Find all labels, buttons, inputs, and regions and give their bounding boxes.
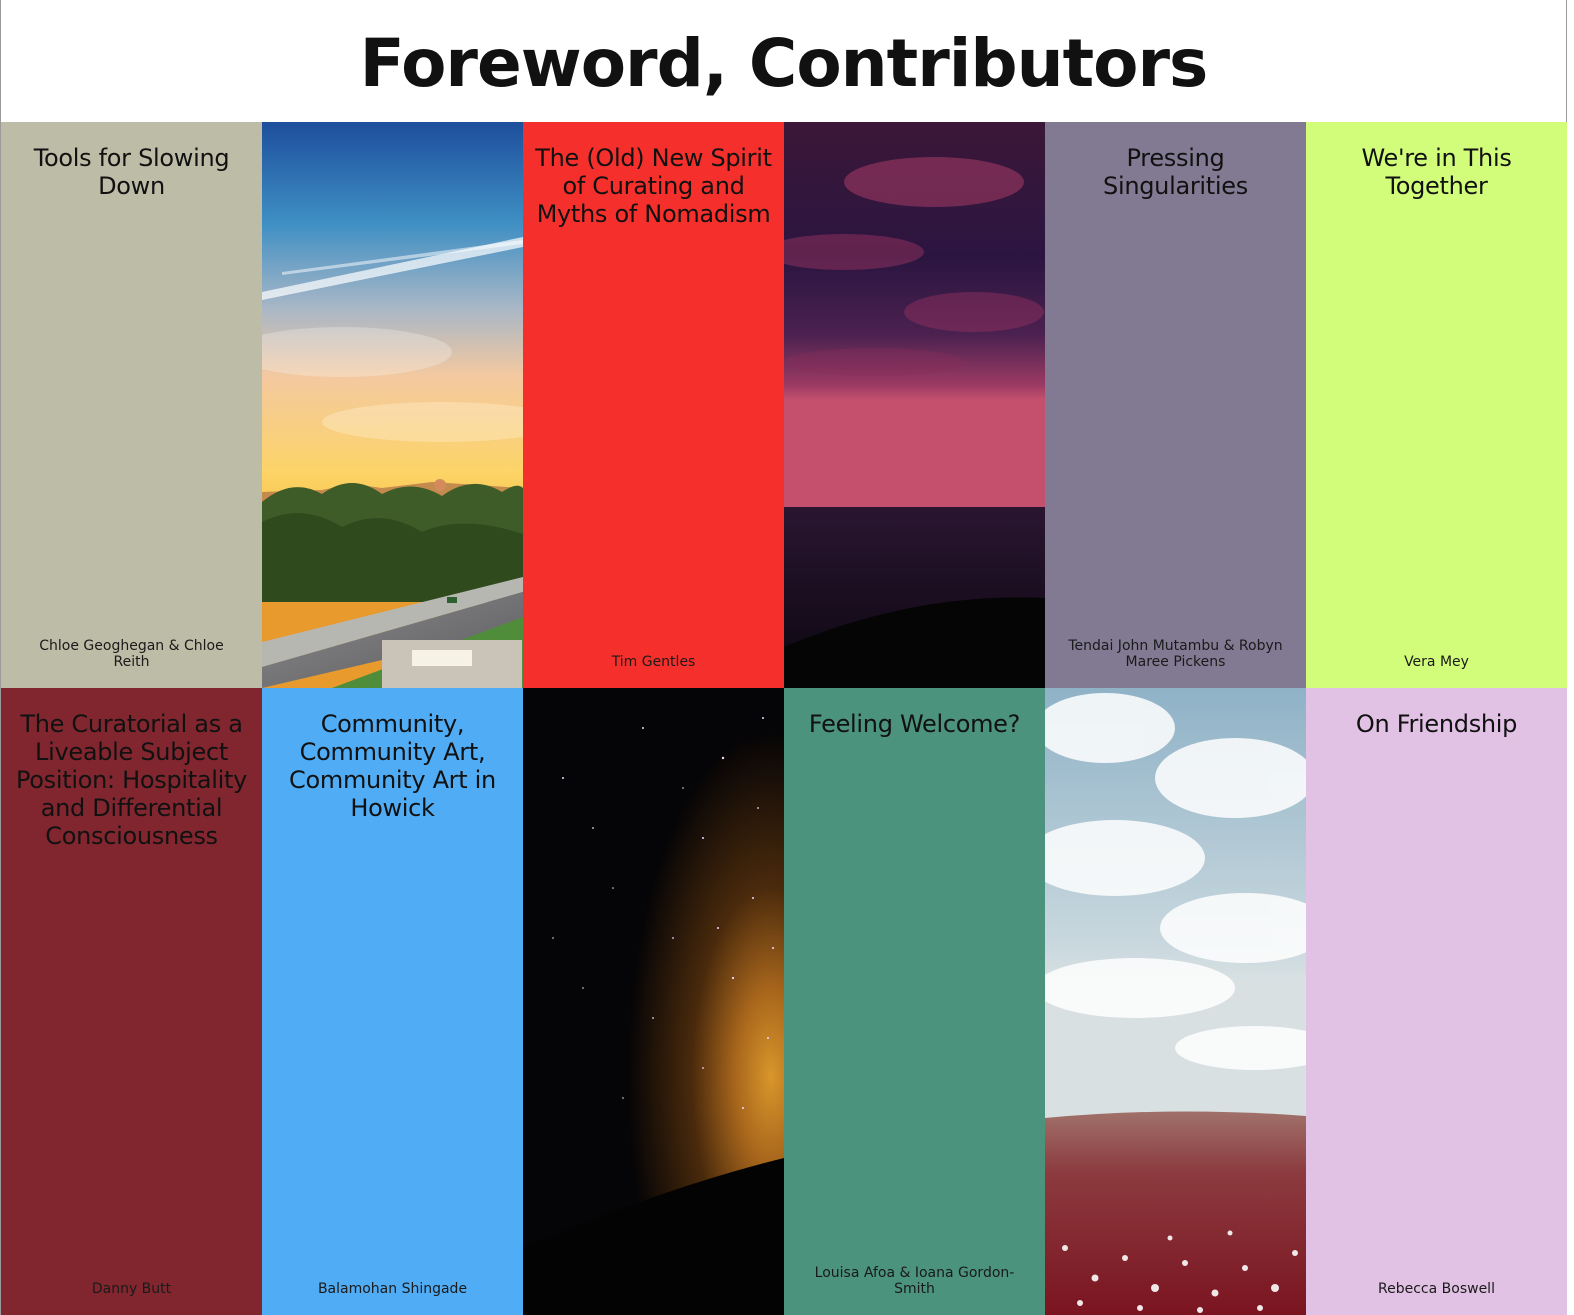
contributions-grid: Tools for Slowing Down Chloe Geoghegan &… [1, 122, 1567, 1315]
tile-author: Louisa Afoa & Ioana Gordon-Smith [814, 1265, 1015, 1297]
purple-sea-sky-photo [784, 122, 1045, 688]
tile-title: On Friendship [1355, 710, 1518, 738]
tile-title: The (Old) New Spirit of Curating and Myt… [535, 144, 772, 228]
tile-author: Vera Mey [1404, 654, 1469, 670]
tile-pressing-singularities[interactable]: Pressing Singularities Tendai John Mutam… [1045, 122, 1306, 688]
page-title: Foreword, Contributors [359, 25, 1209, 102]
tile-author: Tim Gentles [611, 654, 696, 670]
tile-author: Danny Butt [91, 1281, 172, 1297]
tile-title: Community, Community Art, Community Art … [289, 710, 496, 822]
tile-title: Tools for Slowing Down [33, 144, 230, 200]
tile-title: Pressing Singularities [1103, 144, 1248, 200]
tile-curatorial-liveable-subject[interactable]: The Curatorial as a Liveable Subject Pos… [1, 688, 262, 1315]
tile-sunset-city-image[interactable] [262, 122, 523, 688]
tile-author: Tendai John Mutambu & Robyn Maree Picken… [1068, 638, 1283, 670]
tile-old-new-spirit-of-curating[interactable]: The (Old) New Spirit of Curating and Myt… [523, 122, 784, 688]
tile-author: Rebecca Boswell [1378, 1281, 1495, 1297]
tile-were-in-this-together[interactable]: We're in This Together Vera Mey [1306, 122, 1567, 688]
tile-author: Chloe Geoghegan & Chloe Reith [39, 638, 224, 670]
starfield-glow-photo [523, 688, 784, 1315]
tile-cloudy-field-image[interactable] [1045, 688, 1306, 1315]
tile-tools-for-slowing-down[interactable]: Tools for Slowing Down Chloe Geoghegan &… [1, 122, 262, 688]
tile-community-art-howick[interactable]: Community, Community Art, Community Art … [262, 688, 523, 1315]
tile-on-friendship[interactable]: On Friendship Rebecca Boswell [1306, 688, 1567, 1315]
tile-feeling-welcome[interactable]: Feeling Welcome? Louisa Afoa & Ioana Gor… [784, 688, 1045, 1315]
tile-title: Feeling Welcome? [808, 710, 1021, 738]
tile-author: Balamohan Shingade [317, 1281, 468, 1297]
sunset-city-photo [262, 122, 523, 688]
tile-title: The Curatorial as a Liveable Subject Pos… [15, 710, 248, 850]
page-header: Foreword, Contributors [0, 0, 1567, 122]
tile-starfield-image[interactable] [523, 688, 784, 1315]
tile-title: We're in This Together [1361, 144, 1512, 200]
cloudy-sky-red-field-photo [1045, 688, 1306, 1315]
tile-purple-sea-image[interactable] [784, 122, 1045, 688]
